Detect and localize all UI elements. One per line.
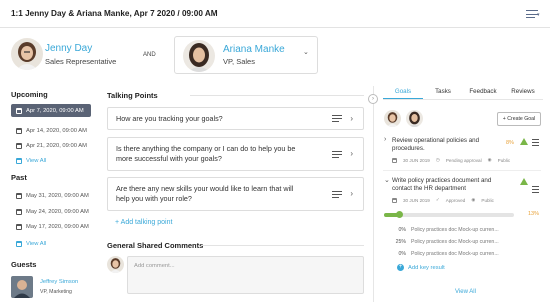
add-talking-point-link[interactable]: + Add talking point [115, 219, 172, 226]
calendar-icon [16, 208, 22, 215]
tab-feedback[interactable]: Feedback [463, 86, 503, 99]
comment-input[interactable]: Add comment... [127, 256, 364, 294]
upcoming-view-all-link[interactable]: View All [11, 154, 91, 167]
calendar-icon [16, 223, 22, 230]
menu-icon[interactable] [532, 139, 539, 146]
calendar-icon [16, 192, 22, 199]
upcoming-heading: Upcoming [11, 90, 48, 99]
talking-point-text: Is there anything the company or I can d… [116, 144, 296, 163]
talking-point-text: Are there any new skills your would like… [116, 184, 294, 203]
eye-icon: ◉ [487, 157, 492, 162]
participant-a: Jenny Day Sales Representative [11, 38, 161, 76]
calendar-icon [392, 197, 397, 203]
avatar [384, 110, 401, 127]
chevron-right-icon[interactable]: › [350, 189, 353, 199]
talking-point-text: How are you tracking your goals? [116, 114, 223, 123]
and-label: AND [143, 52, 156, 58]
eye-icon: ◉ [471, 197, 476, 202]
past-view-all-link[interactable]: View All [11, 237, 91, 250]
chevron-right-icon[interactable]: › [350, 114, 353, 124]
upcoming-item[interactable]: Apr 21, 2020, 09:00 AM [11, 139, 91, 152]
upcoming-item[interactable]: Apr 14, 2020, 09:00 AM [11, 124, 91, 137]
chevron-down-icon[interactable]: ⌄ [384, 176, 390, 184]
avatar [406, 110, 423, 127]
guest-name[interactable]: Jeffrey Simson [40, 279, 78, 285]
upcoming-item[interactable]: Apr 7, 2020, 09:00 AM [11, 104, 91, 117]
goal-title[interactable]: Write policy practices document and cont… [392, 177, 504, 193]
collapse-panel-button[interactable]: › [368, 94, 378, 104]
chevron-down-icon: ⌄ [303, 49, 309, 56]
clock-icon: ◷ [435, 157, 440, 162]
talking-point-card[interactable]: Is there anything the company or I can d… [107, 137, 364, 171]
calendar-icon [16, 157, 22, 164]
tab-reviews[interactable]: Reviews [503, 86, 543, 99]
chevron-right-icon[interactable]: › [350, 149, 353, 159]
participant-b-selector[interactable]: Ariana Manke VP, Sales ⌄ [174, 36, 318, 74]
goals-view-all-link[interactable]: View All [455, 289, 476, 295]
comments-heading: General Shared Comments [107, 241, 204, 250]
create-goal-button[interactable]: + Create Goal [497, 112, 541, 126]
past-item[interactable]: May 17, 2020, 09:00 AM [11, 220, 91, 233]
divider [190, 95, 364, 96]
avatar [107, 256, 124, 273]
divider [201, 245, 364, 246]
menu-icon[interactable] [332, 150, 343, 158]
key-result-row[interactable]: 0% Policy practices doc Mock-up curren..… [390, 227, 540, 233]
goal-progress-track [384, 211, 514, 218]
key-result-row[interactable]: 25% Policy practices doc Mock-up curren.… [390, 239, 540, 245]
calendar-icon [392, 157, 397, 163]
guests-heading: Guests [11, 260, 37, 269]
divider [383, 170, 541, 171]
past-item[interactable]: May 24, 2020, 09:00 AM [11, 205, 91, 218]
avatar [11, 38, 43, 70]
past-heading: Past [11, 173, 27, 182]
menu-icon[interactable]: ▾ [526, 8, 540, 20]
warning-icon [520, 138, 528, 145]
panel-divider [373, 86, 374, 302]
participant-b-role: VP, Sales [223, 57, 255, 66]
key-result-row[interactable]: 0% Policy practices doc Mock-up curren..… [390, 251, 540, 257]
participant-a-name: Jenny Day [45, 43, 93, 54]
chevron-right-icon[interactable]: › [384, 136, 386, 143]
avatar [11, 276, 33, 298]
goal-progress-handle[interactable] [396, 211, 404, 218]
calendar-icon [16, 142, 22, 149]
add-key-result-link[interactable]: + Add key result [397, 264, 445, 271]
menu-icon[interactable] [532, 186, 539, 193]
calendar-icon [16, 127, 22, 134]
avatar [183, 40, 215, 72]
tab-goals[interactable]: Goals [383, 86, 423, 99]
page-title: 1:1 Jenny Day & Ariana Manke, Apr 7 2020… [11, 9, 218, 18]
goal-title[interactable]: Review operational policies and procedur… [392, 137, 502, 153]
talking-points-heading: Talking Points [107, 91, 158, 100]
menu-icon[interactable] [332, 115, 343, 122]
warning-icon [520, 178, 528, 185]
goal-percent: 13% [528, 211, 540, 217]
right-panel-tabs: Goals Tasks Feedback Reviews [383, 86, 543, 100]
goal-meta: 30 JUN 2019 ◷ Pending approval ◉ Public [392, 157, 510, 163]
participant-b-name: Ariana Manke [223, 44, 285, 55]
check-icon: ✓ [435, 197, 440, 202]
talking-point-card[interactable]: Are there any new skills your would like… [107, 177, 364, 211]
calendar-icon [16, 107, 22, 114]
talking-point-card[interactable]: How are you tracking your goals? › [107, 107, 364, 130]
guest-role: VP, Marketing [40, 289, 72, 295]
participant-a-role: Sales Representative [45, 57, 117, 66]
calendar-icon [16, 240, 22, 247]
plus-circle-icon: + [397, 264, 404, 271]
goal-percent: 8% [506, 140, 514, 146]
goal-meta: 30 JUN 2019 ✓ Approved ◉ Public [392, 197, 494, 203]
past-item[interactable]: May 31, 2020, 09:00 AM [11, 189, 91, 202]
tab-tasks[interactable]: Tasks [423, 86, 463, 99]
menu-icon[interactable] [332, 190, 343, 198]
